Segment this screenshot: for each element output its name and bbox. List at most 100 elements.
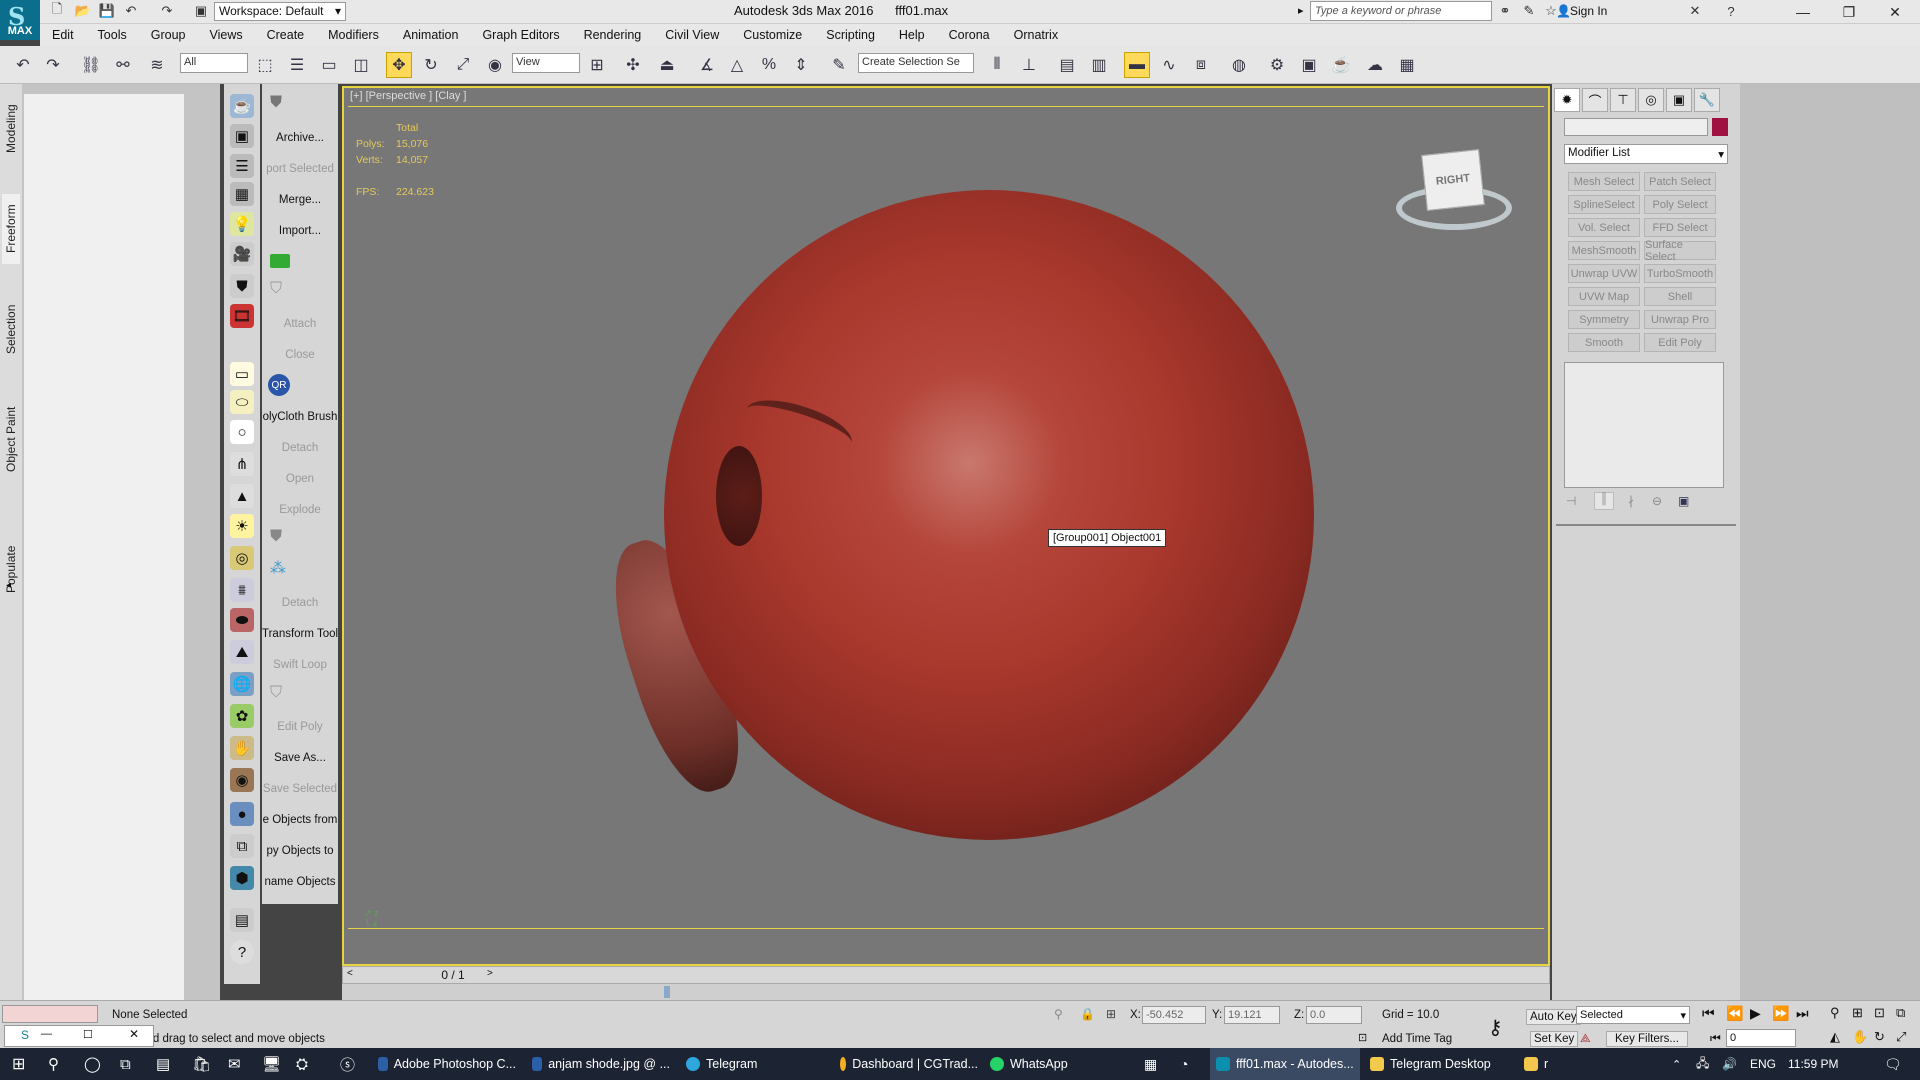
maximize-viewport-icon[interactable]: ⤢ — [1896, 1029, 1906, 1045]
percent-snap-icon[interactable]: % — [756, 52, 782, 78]
open-file-icon[interactable]: 📂 — [74, 2, 92, 20]
export-selected-button[interactable]: port Selected — [262, 163, 338, 175]
isolate-icon[interactable]: ⚲ — [1054, 1007, 1063, 1021]
taskbar-item-3dsmax[interactable]: fff01.max - Autodes... — [1210, 1048, 1360, 1080]
time-next-arrow-icon[interactable]: > — [487, 968, 493, 979]
vol-select-button[interactable]: Vol. Select — [1568, 218, 1640, 237]
detach-button[interactable]: Detach — [262, 442, 338, 454]
tray-expand-icon[interactable]: ⌃ — [1666, 1048, 1687, 1080]
x-coordinate-field[interactable]: -50.452 — [1142, 1006, 1206, 1024]
layer-manager-icon[interactable]: ▥ — [1086, 52, 1112, 78]
zoom-extents-all-icon[interactable]: ⧉ — [1896, 1005, 1905, 1021]
named-selection-set-dropdown[interactable]: Create Selection Se — [858, 53, 974, 73]
key-filter-icon[interactable]: ⟁ — [1580, 1031, 1591, 1046]
time-slider[interactable]: < 0 / 1 > — [342, 966, 1550, 984]
binoculars-icon[interactable]: ⚭ — [1496, 2, 1514, 20]
app-logo[interactable]: S MAX — [0, 0, 40, 40]
archive-button[interactable]: Archive... — [262, 132, 338, 144]
turbosmooth-button[interactable]: TurboSmooth — [1644, 264, 1716, 283]
ribbon-expand-icon[interactable]: ◂ — [6, 580, 11, 591]
new-file-icon[interactable]: 🗋 — [48, 1, 66, 20]
make-unique-icon[interactable]: ∤ — [1628, 494, 1634, 508]
zoom-extents-icon[interactable]: ⊡ — [1874, 1005, 1885, 1021]
motion-tab-icon[interactable]: ◎ — [1638, 88, 1664, 112]
edit-named-selection-icon[interactable]: ✎ — [826, 52, 852, 78]
tray-lang[interactable]: ENG — [1744, 1048, 1782, 1080]
render-iterative-icon[interactable]: ☁ — [1362, 52, 1388, 78]
absolute-mode-icon[interactable]: ⊞ — [1106, 1007, 1116, 1021]
create-tab-icon[interactable]: ✹ — [1554, 88, 1580, 112]
edit-poly-button[interactable]: Edit Poly — [262, 721, 338, 733]
ball-icon[interactable]: ● — [230, 802, 254, 826]
symmetry-button[interactable]: Symmetry — [1568, 310, 1640, 329]
select-and-link-icon[interactable]: ⛓ — [78, 52, 104, 78]
key-icon[interactable]: ⚷ — [1488, 1015, 1503, 1040]
camera-icon[interactable]: 🎥 — [230, 242, 254, 266]
render-cloud-icon[interactable]: ▦ — [1394, 52, 1420, 78]
sphere-icon[interactable]: ○ — [230, 420, 254, 444]
zoom-all-icon[interactable]: ⊞ — [1852, 1005, 1863, 1021]
smooth-button[interactable]: Smooth — [1568, 333, 1640, 352]
detach-button-2[interactable]: Detach — [262, 597, 338, 609]
lock-selection-icon[interactable]: 🔒 — [1080, 1007, 1095, 1021]
polycloth-brush-button[interactable]: olyCloth Brush — [262, 411, 338, 423]
edit-poly-modifier-button[interactable]: Edit Poly — [1644, 333, 1716, 352]
tray-time[interactable]: 11:59 PM — [1782, 1048, 1844, 1080]
hierarchy-tab-icon[interactable]: ⊤ — [1610, 88, 1636, 112]
spline-select-button[interactable]: SplineSelect — [1568, 195, 1640, 214]
menu-customize[interactable]: Customize — [731, 28, 814, 42]
tray-app-icon[interactable]: ▦ — [1138, 1048, 1163, 1080]
viewcube[interactable]: RIGHT — [1390, 146, 1520, 246]
copy-objects-to-button[interactable]: py Objects to — [262, 845, 338, 857]
render-production-icon[interactable]: ☕ — [1328, 52, 1354, 78]
tab-selection[interactable]: Selection — [2, 284, 20, 374]
search-input[interactable]: Type a keyword or phrase — [1310, 1, 1492, 21]
y-coordinate-field[interactable]: 19.121 — [1224, 1006, 1280, 1024]
pan-icon[interactable]: ✋ — [1852, 1029, 1868, 1045]
start-icon[interactable]: ⊞ — [6, 1048, 31, 1080]
window-crossing-icon[interactable]: ◫ — [348, 52, 374, 78]
help-icon[interactable]: ? — [230, 940, 254, 964]
cylinder-icon[interactable]: ⬭ — [230, 390, 254, 414]
patch-select-button[interactable]: Patch Select — [1644, 172, 1716, 191]
shield-icon[interactable]: ⛊ — [230, 274, 254, 298]
stairs-icon[interactable]: ⩩ — [230, 578, 254, 602]
play-icon[interactable]: ▶ — [1750, 1005, 1761, 1022]
menu-tools[interactable]: Tools — [86, 28, 139, 42]
remove-modifier-icon[interactable]: ⊖ — [1652, 494, 1662, 508]
modify-tab-icon[interactable]: ⌒ — [1582, 88, 1608, 112]
menu-group[interactable]: Group — [139, 28, 198, 42]
unwrap-uvw-button[interactable]: Unwrap UVW — [1568, 264, 1640, 283]
volume-icon[interactable]: 🔊 — [1716, 1048, 1743, 1080]
network-app-icon[interactable]: ⛭ — [290, 1048, 314, 1080]
selection-filter-dropdown[interactable]: All — [180, 53, 248, 73]
rename-objects-button[interactable]: name Objects — [262, 876, 338, 888]
select-and-move-icon[interactable]: ✥ — [386, 52, 412, 78]
mail-icon[interactable]: ✉ — [222, 1048, 247, 1080]
table-icon[interactable]: ▦ — [230, 182, 254, 206]
disc-icon[interactable]: ◎ — [230, 546, 254, 570]
mountain-icon[interactable]: ⛰ — [230, 640, 254, 664]
attach-button[interactable]: Attach — [262, 318, 338, 330]
calculator-icon[interactable]: ▤ — [150, 1048, 176, 1080]
orbit-icon[interactable]: ↻ — [1874, 1029, 1885, 1045]
globe-icon[interactable]: 🌐 — [230, 672, 254, 696]
render-frame-icon[interactable]: ▣ — [230, 124, 254, 148]
desktop-icon[interactable]: 🖥 — [256, 1048, 287, 1080]
import-button[interactable]: Import... — [262, 225, 338, 237]
qr-icon[interactable]: QR — [268, 374, 290, 396]
floating-mini-window[interactable]: S — ☐ ✕ — [4, 1025, 154, 1047]
notifications-icon[interactable]: 🗨 — [1878, 1048, 1908, 1080]
workspace-dropdown[interactable]: Workspace: Default ▾ — [214, 2, 346, 21]
bind-to-space-warp-icon[interactable]: ≋ — [144, 52, 170, 78]
unlink-icon[interactable]: ⚯ — [110, 52, 136, 78]
next-frame-icon[interactable]: ⏩ — [1772, 1005, 1789, 1022]
expand-arrow-icon[interactable]: ▸ — [1298, 4, 1304, 17]
key-mode-dropdown[interactable]: Selected ▾ — [1576, 1006, 1690, 1024]
taskbar-item-whatsapp[interactable]: WhatsApp — [984, 1048, 1134, 1080]
film-icon[interactable]: 🎞 — [230, 304, 254, 328]
save-as-button[interactable]: Save As... — [262, 752, 338, 764]
modifier-stack[interactable] — [1564, 362, 1724, 488]
scene-explorer-icon[interactable]: ▤ — [1054, 52, 1080, 78]
maxscript-listener[interactable] — [2, 1005, 98, 1023]
